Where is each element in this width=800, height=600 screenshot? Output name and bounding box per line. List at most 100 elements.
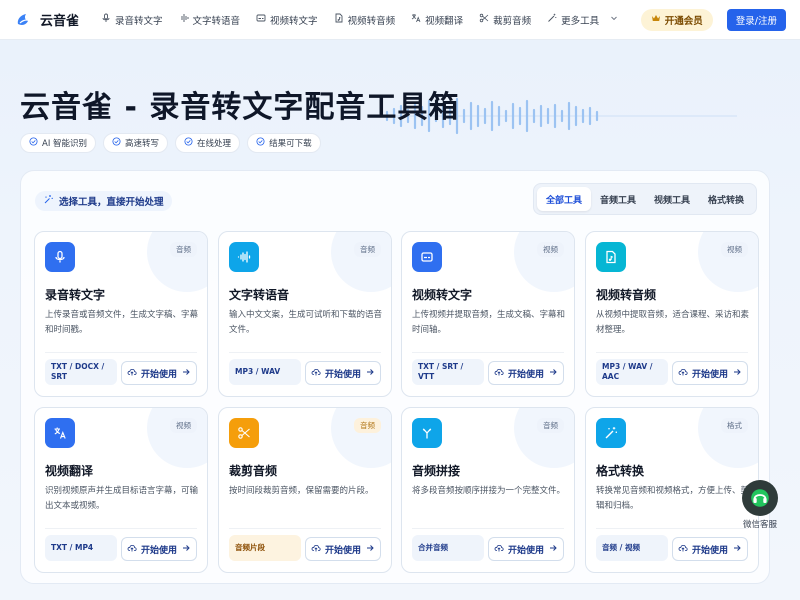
- hero-section: 云音雀 - 录音转文字配音工具箱 AI 智能识别 高速转写 在线处理 结果可下载: [20, 78, 780, 168]
- cloud-upload-icon: [127, 367, 137, 380]
- chip-label: 结果可下载: [269, 139, 312, 149]
- translate-icon: [45, 418, 75, 448]
- magic-wand-icon: [596, 418, 626, 448]
- chevron-down-icon: [609, 13, 619, 26]
- nav-item-video-to-text[interactable]: 视频转文字: [248, 0, 326, 40]
- tab-all-tools[interactable]: 全部工具: [536, 187, 591, 211]
- nav-item-video-to-audio[interactable]: 视频转音频: [326, 0, 404, 40]
- card-divider: [596, 528, 748, 529]
- arrow-right-icon: [365, 543, 375, 556]
- card-decoration: [514, 232, 574, 292]
- nav-item-audio-to-text[interactable]: 录音转文字: [93, 0, 171, 40]
- card-decoration: [514, 408, 574, 468]
- card-category-tag: 音频: [354, 418, 381, 433]
- start-button[interactable]: 开始使用: [121, 537, 197, 561]
- card-title: 视频转文字: [412, 288, 473, 302]
- card-description: 识别视频原声并生成目标语言字幕，可输出文本或视频。: [45, 486, 199, 511]
- tab-audio-tools[interactable]: 音频工具: [591, 187, 645, 211]
- brand[interactable]: 云音雀: [14, 10, 79, 29]
- chip-label: 高速转写: [125, 139, 160, 149]
- arrow-right-icon: [732, 367, 742, 380]
- tab-format-convert[interactable]: 格式转换: [699, 187, 753, 211]
- card-title: 格式转换: [596, 464, 645, 478]
- scissors-icon: [479, 13, 489, 26]
- service-label: 微信客服: [742, 520, 777, 530]
- mic-icon: [45, 242, 75, 272]
- tool-card[interactable]: 音频 音频拼接 将多段音频按顺序拼接为一个完整文件。 合并音频 开始使用: [401, 407, 575, 573]
- card-decoration: [698, 408, 758, 468]
- nav-label: 录音转文字: [115, 15, 163, 27]
- translate-icon: [411, 13, 421, 26]
- chip-label: 在线处理: [197, 139, 232, 149]
- card-category-tag: 格式: [721, 418, 748, 433]
- nav-label: 裁剪音频: [493, 15, 532, 27]
- cloud-upload-icon: [678, 543, 688, 556]
- card-title: 文字转语音: [229, 288, 290, 302]
- start-button[interactable]: 开始使用: [121, 361, 197, 385]
- feature-chip: 在线处理: [175, 133, 241, 153]
- card-divider: [412, 352, 564, 353]
- start-button[interactable]: 开始使用: [305, 537, 381, 561]
- mic-icon: [101, 13, 111, 26]
- brand-logo-icon: [14, 11, 32, 29]
- tool-card[interactable]: 音频 文字转语音 输入中文文案，生成可试听和下载的语音文件。 MP3 / WAV…: [218, 231, 392, 397]
- start-button[interactable]: 开始使用: [672, 361, 748, 385]
- card-description: 上传视频并提取音频，生成文稿、字幕和时间轴。: [412, 310, 566, 335]
- card-category-tag: 音频: [354, 242, 381, 257]
- main-nav: 录音转文字 文字转语音 视频转文字 视频转音频 视频翻译 裁剪音频 更多工具: [93, 0, 627, 40]
- card-divider: [412, 528, 564, 529]
- tool-card[interactable]: 视频 视频转文字 上传视频并提取音频，生成文稿、字幕和时间轴。 TXT / SR…: [401, 231, 575, 397]
- card-format-badge: 音频 / 视频: [596, 535, 668, 561]
- start-label: 开始使用: [324, 545, 361, 556]
- start-label: 开始使用: [691, 545, 728, 556]
- nav-item-text-to-speech[interactable]: 文字转语音: [171, 0, 249, 40]
- login-register-button[interactable]: 登录/注册: [726, 8, 786, 31]
- card-description: 上传录音或音频文件，生成文字稿、字幕和时间戳。: [45, 310, 199, 335]
- cloud-upload-icon: [494, 543, 504, 556]
- start-button[interactable]: 开始使用: [305, 361, 381, 385]
- card-category-tag: 音频: [537, 418, 564, 433]
- waveform-icon: [179, 13, 189, 26]
- card-title: 音频拼接: [412, 464, 461, 478]
- card-divider: [45, 352, 197, 353]
- card-decoration: [698, 232, 758, 292]
- wechat-service[interactable]: 微信客服: [738, 480, 782, 532]
- nav-item-video-translate[interactable]: 视频翻译: [403, 0, 471, 40]
- subtitles-icon: [256, 13, 266, 26]
- tool-card[interactable]: 音频 裁剪音频 按时间段裁剪音频，保留需要的片段。 音频片段 开始使用: [218, 407, 392, 573]
- card-divider: [229, 352, 381, 353]
- tab-video-tools[interactable]: 视频工具: [645, 187, 699, 211]
- scissors-icon: [229, 418, 259, 448]
- card-category-tag: 视频: [537, 242, 564, 257]
- card-title: 裁剪音频: [229, 464, 278, 478]
- tool-card[interactable]: 视频 视频转音频 从视频中提取音频，适合课程、采访和素材整理。 MP3 / WA…: [585, 231, 759, 397]
- tool-card[interactable]: 格式 格式转换 转换常见音频和视频格式，方便上传、剪辑和归档。 音频 / 视频 …: [585, 407, 759, 573]
- card-title: 录音转文字: [45, 288, 106, 302]
- card-divider: [596, 352, 748, 353]
- category-tabs: 全部工具 音频工具 视频工具 格式转换: [532, 183, 757, 215]
- card-format-badge: MP3 / WAV: [229, 359, 301, 385]
- nav-item-trim-audio[interactable]: 裁剪音频: [471, 0, 539, 40]
- card-description: 转换常见音频和视频格式，方便上传、剪辑和归档。: [596, 486, 750, 511]
- start-button[interactable]: 开始使用: [488, 537, 564, 561]
- file-music-icon: [334, 13, 344, 26]
- feature-chip: 高速转写: [103, 133, 169, 153]
- nav-item-more-tools[interactable]: 更多工具: [539, 0, 627, 40]
- card-category-tag: 视频: [721, 242, 748, 257]
- tool-card[interactable]: 视频 视频翻译 识别视频原声并生成目标语言字幕，可输出文本或视频。 TXT / …: [34, 407, 208, 573]
- cloud-upload-icon: [494, 367, 504, 380]
- tool-card[interactable]: 音频 录音转文字 上传录音或音频文件，生成文字稿、字幕和时间戳。 TXT / D…: [34, 231, 208, 397]
- top-navigation-bar: 云音雀 录音转文字 文字转语音 视频转文字 视频转音频 视频翻译 裁剪音频 更多…: [0, 0, 800, 40]
- start-button[interactable]: 开始使用: [672, 537, 748, 561]
- card-format-badge: MP3 / WAV / AAC: [596, 359, 668, 385]
- card-title: 视频转音频: [596, 288, 657, 302]
- arrow-right-icon: [181, 543, 191, 556]
- cloud-upload-icon: [311, 543, 321, 556]
- vip-button[interactable]: 开通会员: [640, 8, 713, 31]
- start-button[interactable]: 开始使用: [488, 361, 564, 385]
- waveform-icon: [229, 242, 259, 272]
- cloud-upload-icon: [678, 367, 688, 380]
- card-divider: [45, 528, 197, 529]
- panel-heading: 选择工具，直接开始处理: [35, 191, 172, 211]
- card-format-badge: TXT / SRT / VTT: [412, 359, 484, 385]
